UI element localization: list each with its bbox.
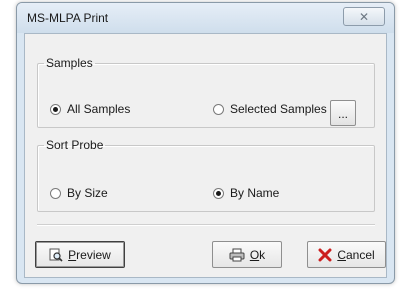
red-x-icon xyxy=(318,248,332,262)
cancel-button[interactable]: Cancel xyxy=(307,241,386,268)
radio-selected-indicator xyxy=(213,187,224,199)
ok-button-label: Ok xyxy=(249,247,266,262)
preview-magnifier-icon xyxy=(49,248,63,262)
cancel-button-label: Cancel xyxy=(337,247,375,262)
samples-group: Samples All Samples Selected Samples ... xyxy=(37,56,375,128)
all-samples-label: All Samples xyxy=(67,102,131,116)
printer-icon xyxy=(229,248,245,262)
preview-button-label: Preview xyxy=(68,247,111,262)
samples-group-legend: Samples xyxy=(46,56,93,70)
by-size-label: By Size xyxy=(67,186,108,200)
radio-selected-indicator xyxy=(50,103,61,115)
window-title: MS-MLPA Print xyxy=(27,11,109,25)
sort-probe-group-legend: Sort Probe xyxy=(46,138,104,152)
ok-button[interactable]: Ok xyxy=(212,241,282,268)
preview-button[interactable]: Preview xyxy=(35,241,125,268)
by-size-radio[interactable]: By Size xyxy=(50,186,108,200)
title-bar[interactable]: MS-MLPA Print ✕ xyxy=(17,3,394,33)
by-name-radio[interactable]: By Name xyxy=(213,186,279,200)
all-samples-radio[interactable]: All Samples xyxy=(50,102,130,116)
close-button[interactable]: ✕ xyxy=(343,7,385,26)
browse-samples-button[interactable]: ... xyxy=(330,100,356,126)
button-divider xyxy=(37,224,375,226)
radio-unselected-indicator xyxy=(213,103,224,115)
radio-unselected-indicator xyxy=(50,187,61,199)
close-icon: ✕ xyxy=(358,9,370,24)
selected-samples-label: Selected Samples xyxy=(230,102,327,116)
dialog-client-area: Samples All Samples Selected Samples ...… xyxy=(24,33,387,278)
print-dialog-window: MS-MLPA Print ✕ Samples All Samples Sele… xyxy=(16,2,395,284)
by-name-label: By Name xyxy=(230,186,280,200)
sort-probe-group: Sort Probe By Size By Name xyxy=(37,138,375,212)
selected-samples-radio[interactable]: Selected Samples xyxy=(213,102,327,116)
